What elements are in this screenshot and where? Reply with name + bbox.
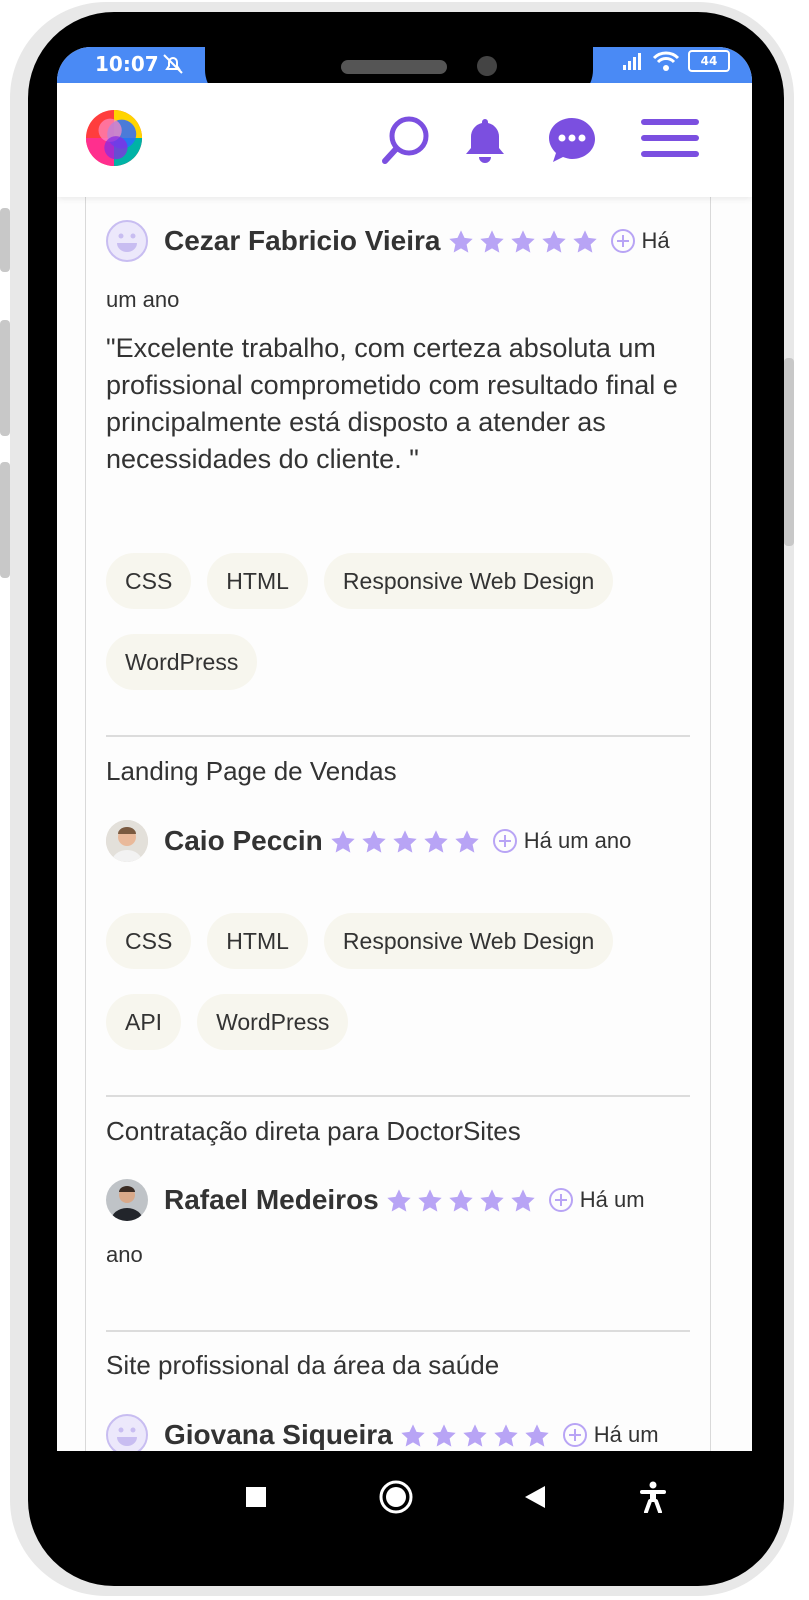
signal-icon: [623, 53, 641, 70]
plus-circle-icon[interactable]: [562, 1422, 588, 1448]
rating-stars: [385, 1173, 540, 1227]
menu-icon[interactable]: [641, 117, 701, 161]
reviewer-name[interactable]: Cezar Fabricio Vieira: [164, 225, 441, 256]
review-comment: "Excelente trabalho, com certeza absolut…: [106, 333, 678, 474]
skill-tag[interactable]: CSS: [106, 553, 192, 609]
status-time: 10:07: [95, 52, 159, 76]
rating-stars: [447, 212, 602, 270]
reviewer-name[interactable]: Rafael Medeiros: [164, 1184, 379, 1215]
side-button-left-1: [0, 208, 10, 272]
plus-circle-icon[interactable]: [492, 828, 518, 854]
bell-icon[interactable]: [462, 115, 508, 165]
avatar: [106, 820, 148, 863]
star-icon: [572, 230, 597, 253]
review-header: Cezar Fabricio Vieira Há um ano: [106, 211, 690, 329]
muted-bell-icon: [161, 52, 185, 81]
home-circle-icon[interactable]: [378, 1479, 414, 1515]
app-header: [57, 83, 752, 197]
star-icon: [418, 1189, 442, 1212]
search-icon[interactable]: [381, 115, 431, 165]
review-time-cont: ano: [106, 1242, 143, 1268]
review-header: Rafael Medeiros Há um ano: [106, 1172, 690, 1282]
reviewer-name[interactable]: Giovana Siqueira: [164, 1419, 393, 1450]
review-header: Caio Peccin Há um ano: [106, 813, 690, 868]
star-icon: [494, 1424, 518, 1447]
avatar: [106, 1179, 148, 1222]
star-icon: [401, 1424, 425, 1447]
app-logo-icon[interactable]: [85, 109, 143, 167]
status-right-icons: 44: [622, 50, 730, 72]
skill-tag[interactable]: Responsive Web Design: [323, 553, 614, 609]
star-icon: [480, 1189, 504, 1212]
star-icon: [455, 830, 479, 853]
star-icon: [510, 230, 535, 253]
skill-tags: CSS HTML Responsive Web Design API WordP…: [106, 913, 690, 1050]
star-icon: [393, 830, 417, 853]
star-icon: [449, 1189, 473, 1212]
skill-tag[interactable]: WordPress: [197, 994, 349, 1050]
battery-indicator: 44: [688, 50, 730, 72]
review-time: Há um: [579, 1187, 645, 1213]
wifi-icon: [652, 51, 680, 71]
avatar: [106, 1414, 148, 1457]
skill-tag[interactable]: HTML: [207, 913, 308, 969]
side-button-left-3: [0, 462, 10, 578]
recents-square-icon[interactable]: [244, 1485, 268, 1509]
app-screen: 10:07 44 Cezar Fabricio Vieira Há um ano…: [57, 47, 752, 1477]
skill-tags: CSS HTML Responsive Web Design WordPress: [106, 553, 690, 690]
side-button-left-2: [0, 320, 10, 436]
star-icon: [511, 1189, 535, 1212]
plus-circle-icon[interactable]: [548, 1187, 574, 1213]
project-title[interactable]: Landing Page de Vendas: [106, 756, 397, 787]
side-button-right: [784, 358, 794, 546]
star-icon: [387, 1189, 411, 1212]
rating-stars: [329, 814, 484, 868]
reviewer-name[interactable]: Caio Peccin: [164, 825, 323, 856]
star-icon: [362, 830, 386, 853]
star-icon: [331, 830, 355, 853]
avatar: [106, 220, 148, 263]
back-triangle-icon[interactable]: [523, 1484, 547, 1510]
divider: [106, 1330, 690, 1332]
review-time: Há: [641, 228, 670, 254]
skill-tag[interactable]: API: [106, 994, 182, 1050]
accessibility-icon[interactable]: [639, 1481, 667, 1513]
front-camera: [477, 56, 497, 76]
skill-tag[interactable]: CSS: [106, 913, 192, 969]
star-icon: [424, 830, 448, 853]
star-icon: [541, 230, 566, 253]
star-icon: [448, 230, 473, 253]
chat-icon[interactable]: [547, 115, 597, 165]
skill-tag[interactable]: WordPress: [106, 634, 258, 690]
divider: [106, 1095, 690, 1097]
review-time-cont: um ano: [106, 287, 180, 313]
project-title[interactable]: Site profissional da área da saúde: [106, 1350, 499, 1381]
star-icon: [432, 1424, 456, 1447]
review-time: Há um: [593, 1422, 659, 1448]
divider: [106, 735, 690, 737]
star-icon: [479, 230, 504, 253]
skill-tag[interactable]: HTML: [207, 553, 308, 609]
reviews-list: Cezar Fabricio Vieira Há um ano "Excelent…: [85, 197, 711, 1477]
skill-tag[interactable]: Responsive Web Design: [323, 913, 614, 969]
star-icon: [463, 1424, 487, 1447]
speaker-grille: [341, 60, 447, 74]
plus-circle-icon[interactable]: [610, 228, 636, 254]
review-time: Há um ano: [523, 828, 632, 854]
android-nav-bar: [57, 1451, 752, 1551]
star-icon: [525, 1424, 549, 1447]
project-title[interactable]: Contratação direta para DoctorSites: [106, 1116, 521, 1147]
